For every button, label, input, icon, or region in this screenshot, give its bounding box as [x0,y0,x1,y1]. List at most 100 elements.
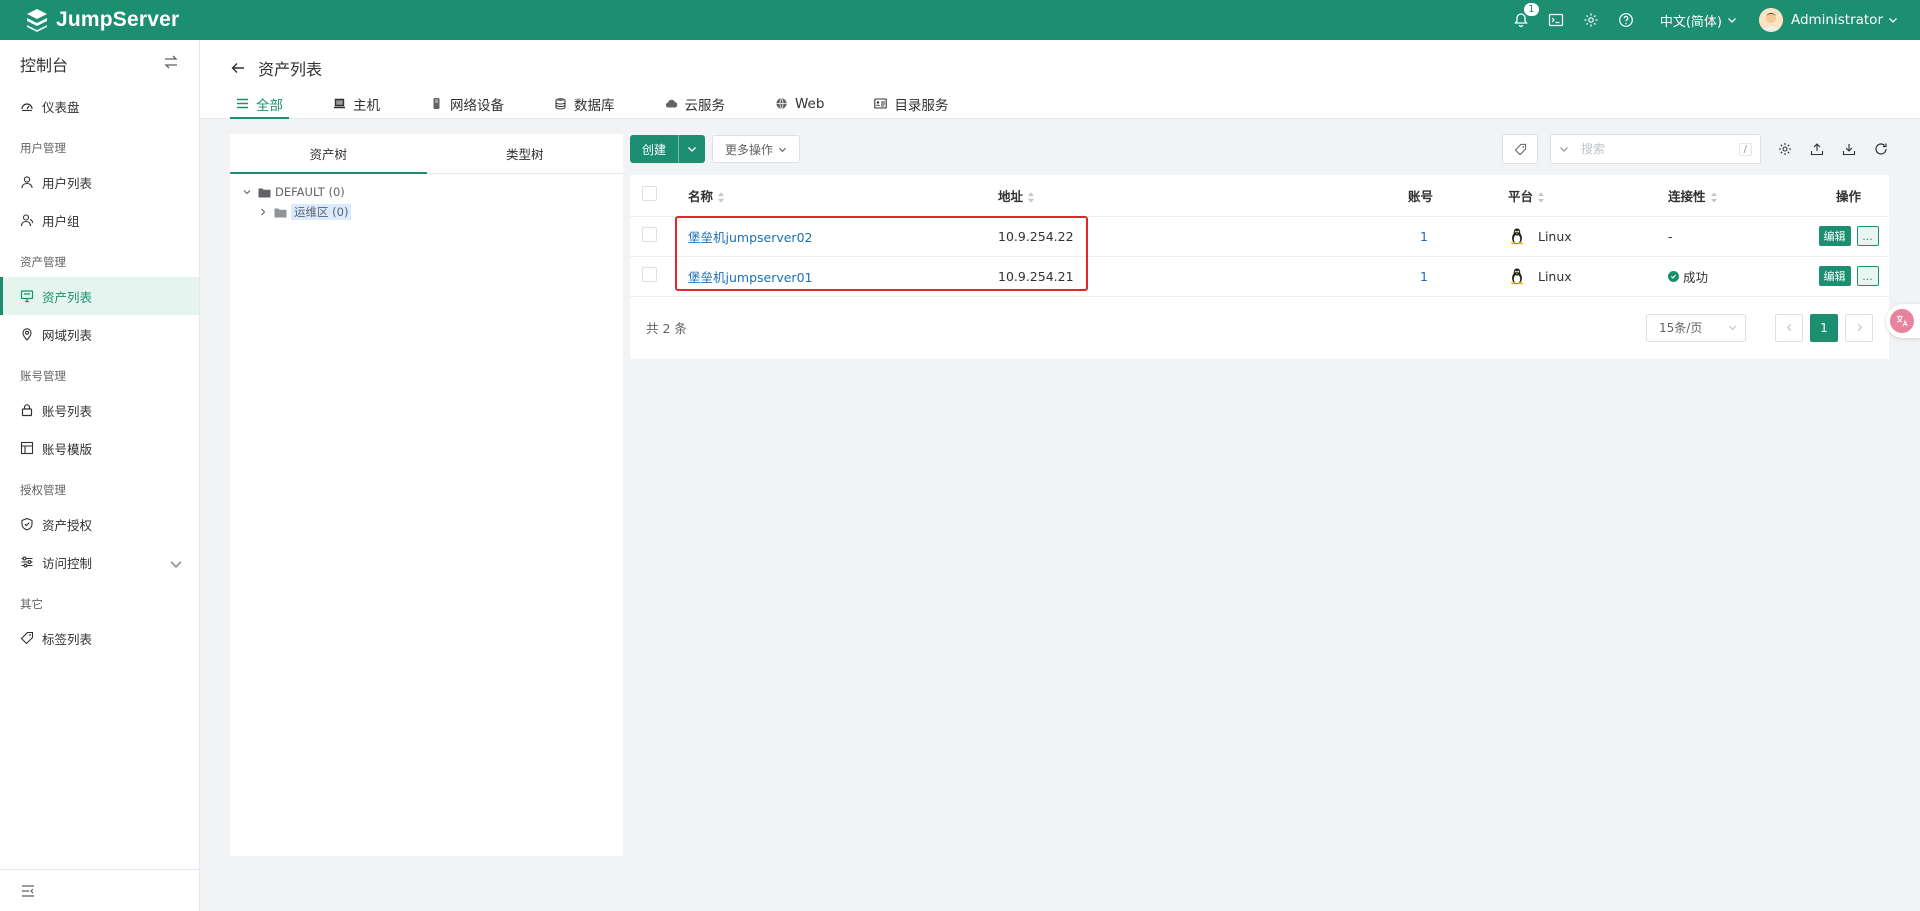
create-button[interactable]: 创建 [630,135,706,163]
sort-icon[interactable] [717,192,725,203]
user-icon [20,175,42,189]
gear-icon[interactable] [1581,10,1601,30]
page-header: 资产列表 全部 主机 网络设备 数据库 云服务 Web 目录服务 [200,40,1920,119]
back-arrow-icon[interactable] [230,60,246,76]
sort-icon[interactable] [1710,192,1718,203]
tab-database[interactable]: 数据库 [548,88,621,119]
sidebar-item-label: 用户列表 [42,175,93,191]
pagination: 15条/页 1 [1646,313,1873,342]
chevron-down-icon [1728,325,1737,331]
download-icon[interactable] [1841,141,1857,157]
row-checkbox[interactable] [642,227,657,242]
tab-directory[interactable]: 目录服务 [868,88,954,119]
tab-label: 数据库 [574,97,615,114]
chevron-right-icon [261,208,266,216]
more-actions-button[interactable]: 更多操作 [712,135,801,163]
sidebar-item-dashboard[interactable]: 仪表盘 [0,87,199,125]
tab-globe[interactable]: Web [769,88,830,119]
asset-name-link[interactable]: 堡垒机jumpserver02 [688,230,812,245]
account-count-link[interactable]: 1 [1420,269,1428,284]
more-button[interactable]: ... [1856,226,1879,247]
switch-view-icon[interactable] [163,54,179,74]
edit-button[interactable]: 编辑 [1818,265,1851,286]
lock-icon [20,403,42,417]
sidebar-item-location[interactable]: 网域列表 [0,315,199,353]
prev-page-button[interactable] [1775,313,1803,342]
asset-table-area: 创建 更多操作 / 名称 [630,134,1889,359]
directory-icon [874,97,894,110]
column-platform: 平台 [1508,188,1534,204]
tree-node-label: DEFAULT (0) [275,185,345,199]
terminal-icon[interactable] [1546,10,1566,30]
column-accounts: 账号 [1408,188,1434,204]
sidebar-item-label: 用户组 [42,213,80,229]
help-icon[interactable] [1616,10,1636,30]
tab-list[interactable]: 全部 [230,88,289,119]
search-input[interactable] [1581,142,1739,156]
tree-node-default[interactable]: DEFAULT (0) [230,182,623,202]
monitor-icon [20,289,42,303]
next-page-button[interactable] [1845,313,1873,342]
row-checkbox[interactable] [642,267,657,282]
sidebar-group-label: 授权管理 [20,483,66,497]
table-row: 堡垒机jumpserver02 10.9.254.22 1 Linux - 编辑... [630,216,1889,257]
settings-icon[interactable] [1777,141,1793,157]
user-menu[interactable]: Administrator [1758,8,1898,32]
list-icon [236,97,256,110]
asset-table: 名称 地址 账号 平台 连接性 操作 堡垒机jumpserver02 10.9.2… [630,175,1889,359]
notification-badge: 1 [1523,3,1539,16]
avatar [1758,8,1783,32]
brand-logo[interactable]: JumpServer [24,7,179,33]
tab-host[interactable]: 主机 [327,88,386,119]
tag-filter-button[interactable] [1502,134,1538,164]
translate-float-button[interactable] [1886,304,1920,338]
sidebar-item-shield[interactable]: 资产授权 [0,505,199,543]
language-selector[interactable]: 中文(简体) [1660,11,1737,30]
more-button[interactable]: ... [1856,266,1879,287]
sort-icon[interactable] [1537,192,1545,203]
linux-icon [1508,227,1532,245]
search-box[interactable]: / [1550,134,1761,164]
refresh-icon[interactable] [1873,141,1889,157]
upload-icon[interactable] [1809,141,1825,157]
search-shortcut: / [1738,142,1752,156]
tab-network-device[interactable]: 网络设备 [424,88,510,119]
sidebar-item-label: 网域列表 [42,327,93,343]
tab-asset-tree[interactable]: 资产树 [230,134,427,174]
sidebar-item-monitor[interactable]: 资产列表 [0,277,199,315]
network-device-icon [430,97,450,110]
sidebar-group-label: 资产管理 [20,255,66,269]
page-number-button[interactable]: 1 [1810,313,1838,342]
sidebar-item-lock[interactable]: 账号列表 [0,391,199,429]
sort-icon[interactable] [1027,192,1035,203]
location-icon [20,327,42,341]
username: Administrator [1790,12,1883,28]
tab-cloud[interactable]: 云服务 [659,88,732,119]
sidebar-item-tag[interactable]: 标签列表 [0,619,199,657]
tree-node-ops[interactable]: 运维区 (0) [230,202,623,222]
page-size-label: 15条/页 [1659,321,1703,335]
sidebar-item-filter[interactable]: 访问控制 [0,543,199,581]
tab-label: 云服务 [684,97,726,114]
tab-type-tree[interactable]: 类型树 [427,134,624,173]
create-dropdown-icon[interactable] [679,135,705,163]
account-count-link[interactable]: 1 [1420,229,1428,244]
brand-name: JumpServer [56,8,180,31]
sidebar-item-template[interactable]: 账号模版 [0,429,199,467]
collapse-sidebar-icon[interactable] [0,869,199,911]
tab-label: 全部 [256,97,283,114]
asset-name-link[interactable]: 堡垒机jumpserver01 [688,270,812,285]
sidebar-item-label: 仪表盘 [42,99,80,115]
dashboard-icon [20,99,42,113]
translate-icon [1890,309,1914,333]
sidebar-item-user[interactable]: 用户列表 [0,163,199,201]
chevron-left-icon [1786,323,1791,332]
page-size-select[interactable]: 15条/页 [1646,313,1746,342]
bell-icon[interactable]: 1 [1511,3,1539,30]
edit-button[interactable]: 编辑 [1818,225,1851,246]
select-all-checkbox[interactable] [642,186,657,202]
page-title: 资产列表 [258,60,323,79]
platform-cell: Linux [1508,267,1668,285]
sidebar-item-user-group[interactable]: 用户组 [0,201,199,239]
tab-label: Web [795,95,825,112]
